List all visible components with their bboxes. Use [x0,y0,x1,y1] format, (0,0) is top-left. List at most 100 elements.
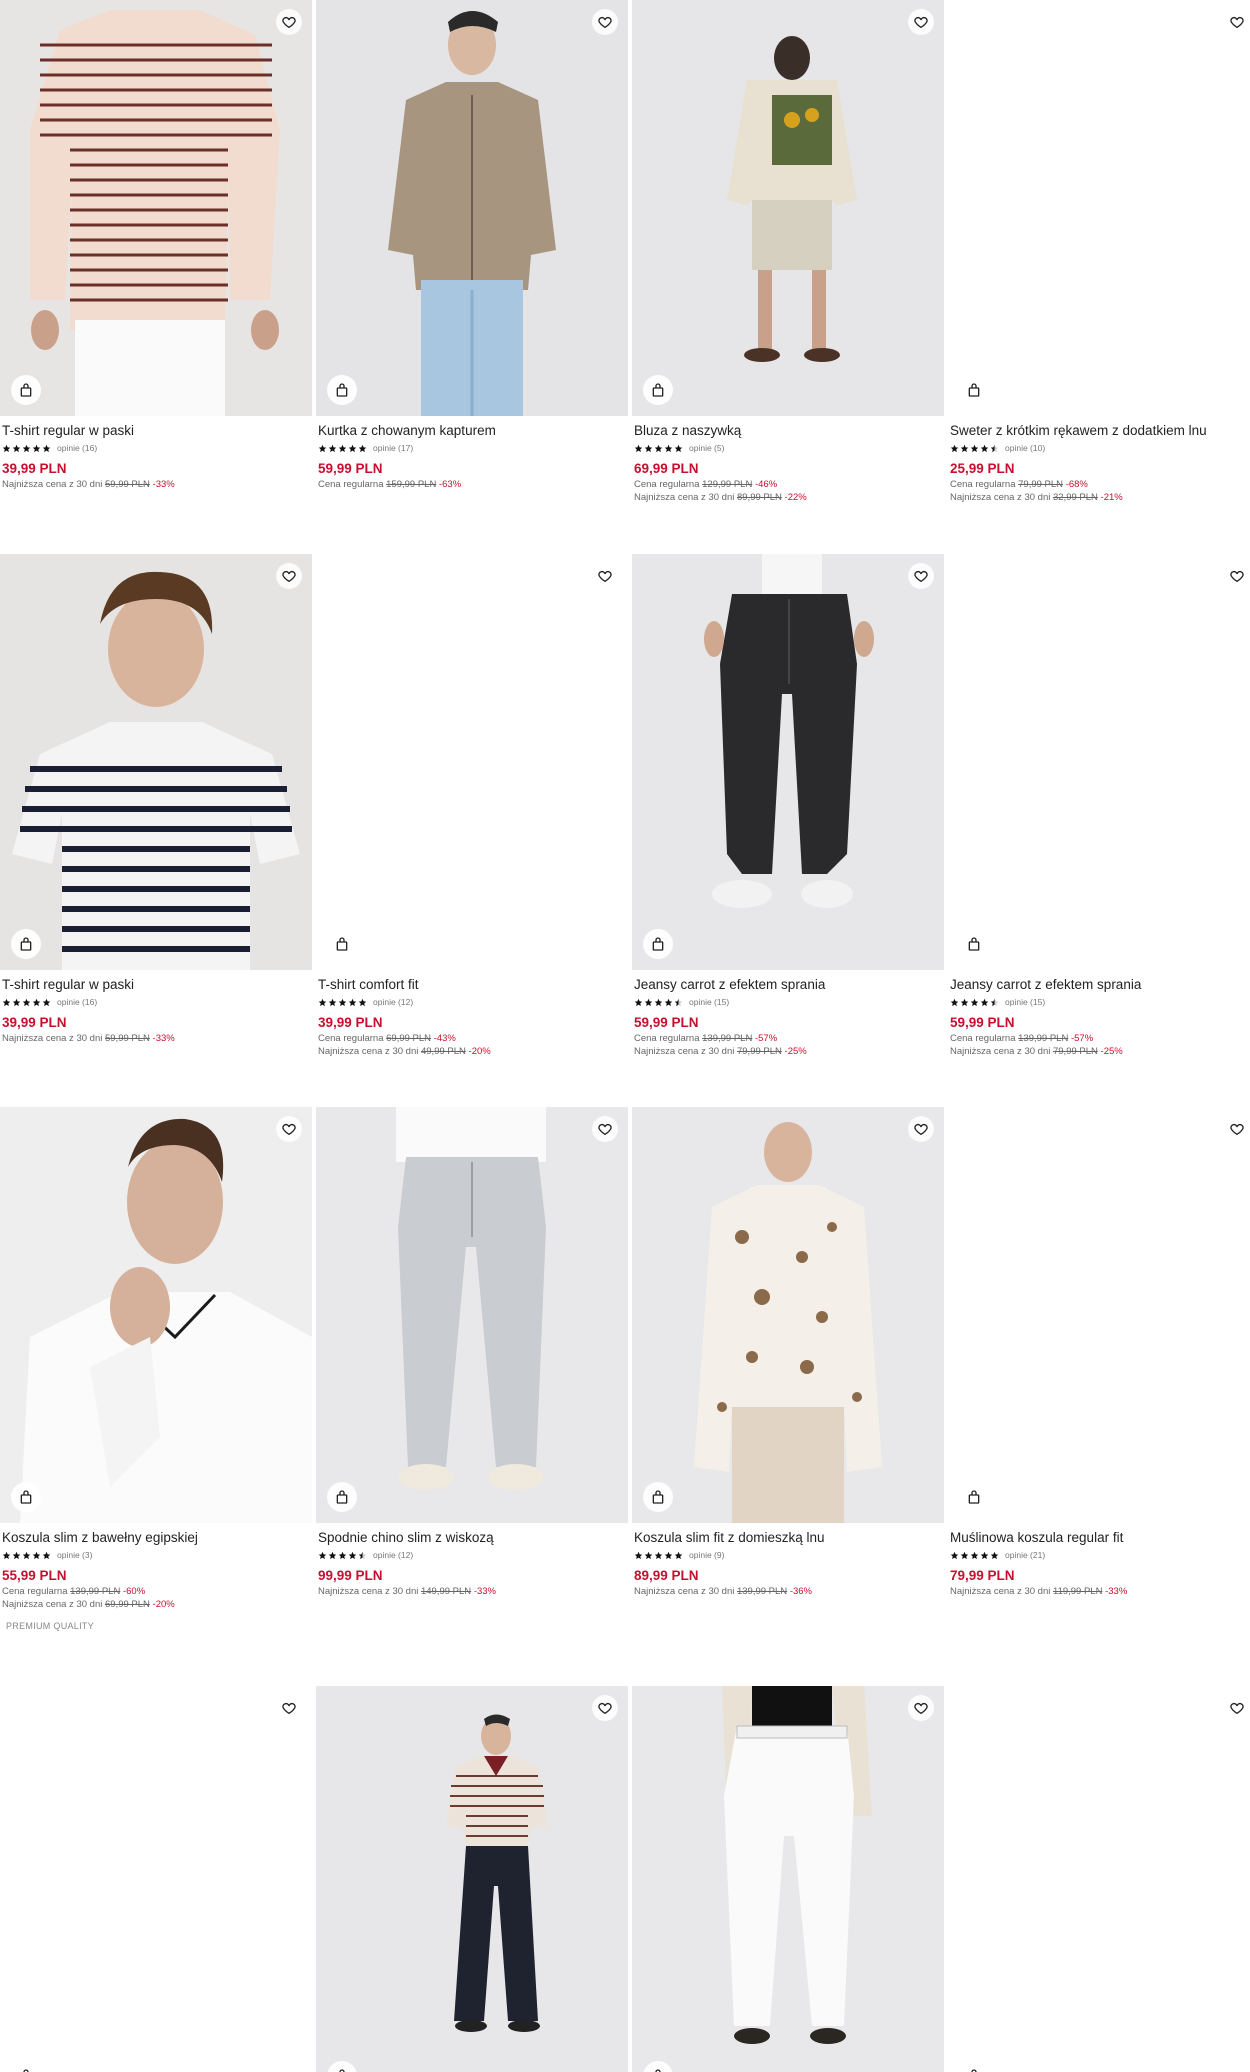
add-to-cart-button[interactable] [11,2061,41,2072]
product-card[interactable] [948,1686,1250,2072]
product-image[interactable] [948,1107,1250,1523]
review-count[interactable]: opinie (3) [57,1550,92,1560]
add-to-cart-button[interactable] [11,929,41,959]
product-card[interactable]: Bluza z naszywką opinie (5) 69,99 PLN Cena … [632,0,944,504]
product-image[interactable] [948,1686,1250,2072]
product-rating: opinie (21) [950,1549,1250,1561]
product-name[interactable]: Spodnie chino slim z wiskozą [318,1529,626,1547]
favorite-button[interactable] [908,1695,934,1721]
favorite-button[interactable] [592,9,618,35]
review-count[interactable]: opinie (10) [1005,443,1045,453]
product-rating: opinie (15) [950,996,1250,1008]
product-name[interactable]: Muślinowa koszula regular fit [950,1529,1250,1547]
add-to-cart-button[interactable] [959,1482,989,1512]
product-image[interactable] [632,0,944,416]
add-to-cart-button[interactable] [327,1482,357,1512]
old-price: 79,99 PLN [1052,1046,1098,1057]
favorite-button[interactable] [276,1116,302,1142]
add-to-cart-button[interactable] [11,1482,41,1512]
add-to-cart-button[interactable] [643,929,673,959]
review-count[interactable]: opinie (12) [373,1550,413,1560]
product-image[interactable] [632,1686,944,2072]
favorite-button[interactable] [1224,1695,1250,1721]
product-image[interactable] [0,0,312,416]
product-name[interactable]: Sweter z krótkim rękawem z dodatkiem lnu [950,422,1250,440]
product-image[interactable] [316,554,628,970]
add-to-cart-button[interactable] [959,375,989,405]
review-count[interactable]: opinie (15) [1005,997,1045,1007]
favorite-button[interactable] [1224,563,1250,589]
review-count[interactable]: opinie (9) [689,1550,724,1560]
product-name[interactable]: T-shirt comfort fit [318,976,626,994]
price-label: Najniższa cena z 30 dni [2,1033,103,1044]
favorite-button[interactable] [908,9,934,35]
product-card[interactable]: Muślinowa koszula regular fit opinie (21)… [948,1107,1250,1598]
product-image[interactable] [0,554,312,970]
product-image[interactable] [632,554,944,970]
product-card[interactable] [316,1686,628,2072]
add-to-cart-button[interactable] [643,375,673,405]
review-count[interactable]: opinie (17) [373,443,413,453]
product-image[interactable] [316,0,628,416]
product-name[interactable]: Jeansy carrot z efektem sprania [950,976,1250,994]
product-name[interactable]: Jeansy carrot z efektem sprania [634,976,942,994]
favorite-button[interactable] [908,1116,934,1142]
product-image[interactable] [316,1686,628,2072]
product-card[interactable]: Spodnie chino slim z wiskozą opinie (12) 9… [316,1107,628,1598]
product-card[interactable]: Kurtka z chowanym kapturem opinie (17) 59,… [316,0,628,491]
heart-icon [914,570,928,583]
price-history-line: Najniższa cena z 30 dni 89,99 PLN -22% [634,491,942,504]
favorite-button[interactable] [276,563,302,589]
product-card[interactable]: T-shirt regular w paski opinie (16) 39,99 … [0,554,312,1045]
favorite-button[interactable] [1224,1116,1250,1142]
product-card[interactable]: T-shirt regular w paski opinie (16) 39,99 … [0,0,312,491]
review-count[interactable]: opinie (21) [1005,1550,1045,1560]
favorite-button[interactable] [592,1116,618,1142]
discount-percent: -22% [784,492,807,503]
product-name[interactable]: Koszula slim z bawełny egipskiej [2,1529,310,1547]
review-count[interactable]: opinie (5) [689,443,724,453]
favorite-button[interactable] [276,9,302,35]
product-card[interactable]: Koszula slim z bawełny egipskiej opinie (… [0,1107,312,1631]
star-icon [950,1551,959,1559]
review-count[interactable]: opinie (16) [57,443,97,453]
product-name[interactable]: Koszula slim fit z domieszką lnu [634,1529,942,1547]
product-card[interactable] [0,1686,312,2072]
product-card[interactable]: Jeansy carrot z efektem sprania opinie (1… [948,554,1250,1058]
add-to-cart-button[interactable] [11,375,41,405]
product-card[interactable]: Sweter z krótkim rękawem z dodatkiem lnu… [948,0,1250,504]
product-image[interactable] [316,1107,628,1523]
review-count[interactable]: opinie (12) [373,997,413,1007]
product-name[interactable]: Kurtka z chowanym kapturem [318,422,626,440]
product-image[interactable] [948,554,1250,970]
add-to-cart-button[interactable] [327,929,357,959]
favorite-button[interactable] [592,563,618,589]
discount-percent: -36% [789,1586,812,1597]
add-to-cart-button[interactable] [643,1482,673,1512]
rating-stars [2,444,51,453]
review-count[interactable]: opinie (16) [57,997,97,1007]
add-to-cart-button[interactable] [959,2061,989,2072]
add-to-cart-button[interactable] [327,375,357,405]
favorite-button[interactable] [908,563,934,589]
product-name[interactable]: Bluza z naszywką [634,422,942,440]
product-image[interactable] [948,0,1250,416]
product-card[interactable]: Jeansy carrot z efektem sprania opinie (1… [632,554,944,1058]
product-card[interactable]: Koszula slim fit z domieszką lnu opinie (… [632,1107,944,1598]
favorite-button[interactable] [276,1695,302,1721]
product-image[interactable] [0,1107,312,1523]
product-name[interactable]: T-shirt regular w paski [2,422,310,440]
star-icon [2,998,11,1006]
product-card[interactable] [632,1686,944,2072]
product-image[interactable] [632,1107,944,1523]
favorite-button[interactable] [592,1695,618,1721]
favorite-button[interactable] [1224,9,1250,35]
price-history-line: Najniższa cena z 30 dni 59,99 PLN -33% [2,1032,310,1045]
product-image[interactable] [0,1686,312,2072]
review-count[interactable]: opinie (15) [689,997,729,1007]
price-history-line: Najniższa cena z 30 dni 79,99 PLN -25% [950,1045,1250,1058]
product-name[interactable]: T-shirt regular w paski [2,976,310,994]
add-to-cart-button[interactable] [959,929,989,959]
product-card[interactable]: T-shirt comfort fit opinie (12) 39,99 PLN C… [316,554,628,1058]
product-rating: opinie (15) [634,996,942,1008]
